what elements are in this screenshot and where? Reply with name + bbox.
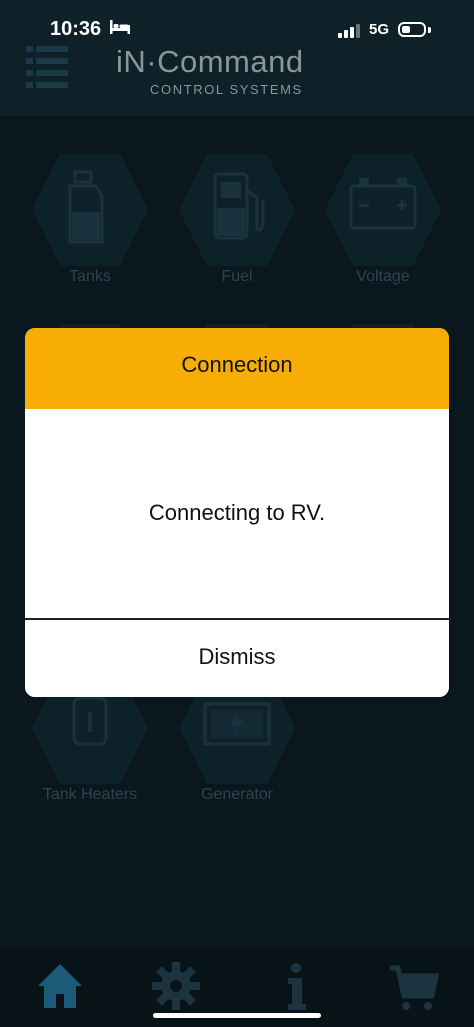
- home-icon[interactable]: [30, 956, 90, 1016]
- network-type: 5G: [369, 21, 390, 38]
- cart-icon[interactable]: [384, 956, 444, 1016]
- info-icon[interactable]: [266, 956, 326, 1016]
- app-screen: iN·Command CONTROL SYSTEMS 10:36 5G Tank…: [0, 0, 474, 1027]
- connection-dialog: Connection Connecting to RV. Dismiss: [25, 328, 449, 697]
- dialog-message: Connecting to RV.: [148, 500, 326, 525]
- bed-icon: [110, 20, 130, 34]
- battery-tip: [428, 27, 431, 33]
- dismiss-label: Dismiss: [198, 643, 276, 669]
- dismiss-button[interactable]: Dismiss: [25, 620, 449, 697]
- status-time: 10:36: [50, 18, 102, 40]
- dialog-header: Connection: [25, 328, 449, 409]
- signal-icon: [338, 24, 360, 38]
- status-bar: 10:36 5G: [0, 0, 474, 56]
- logo-subtitle: CONTROL SYSTEMS: [150, 82, 303, 97]
- gear-icon[interactable]: [146, 956, 206, 1016]
- home-indicator[interactable]: [153, 1013, 321, 1018]
- battery-icon: [398, 22, 426, 37]
- dialog-title: Connection: [181, 352, 293, 377]
